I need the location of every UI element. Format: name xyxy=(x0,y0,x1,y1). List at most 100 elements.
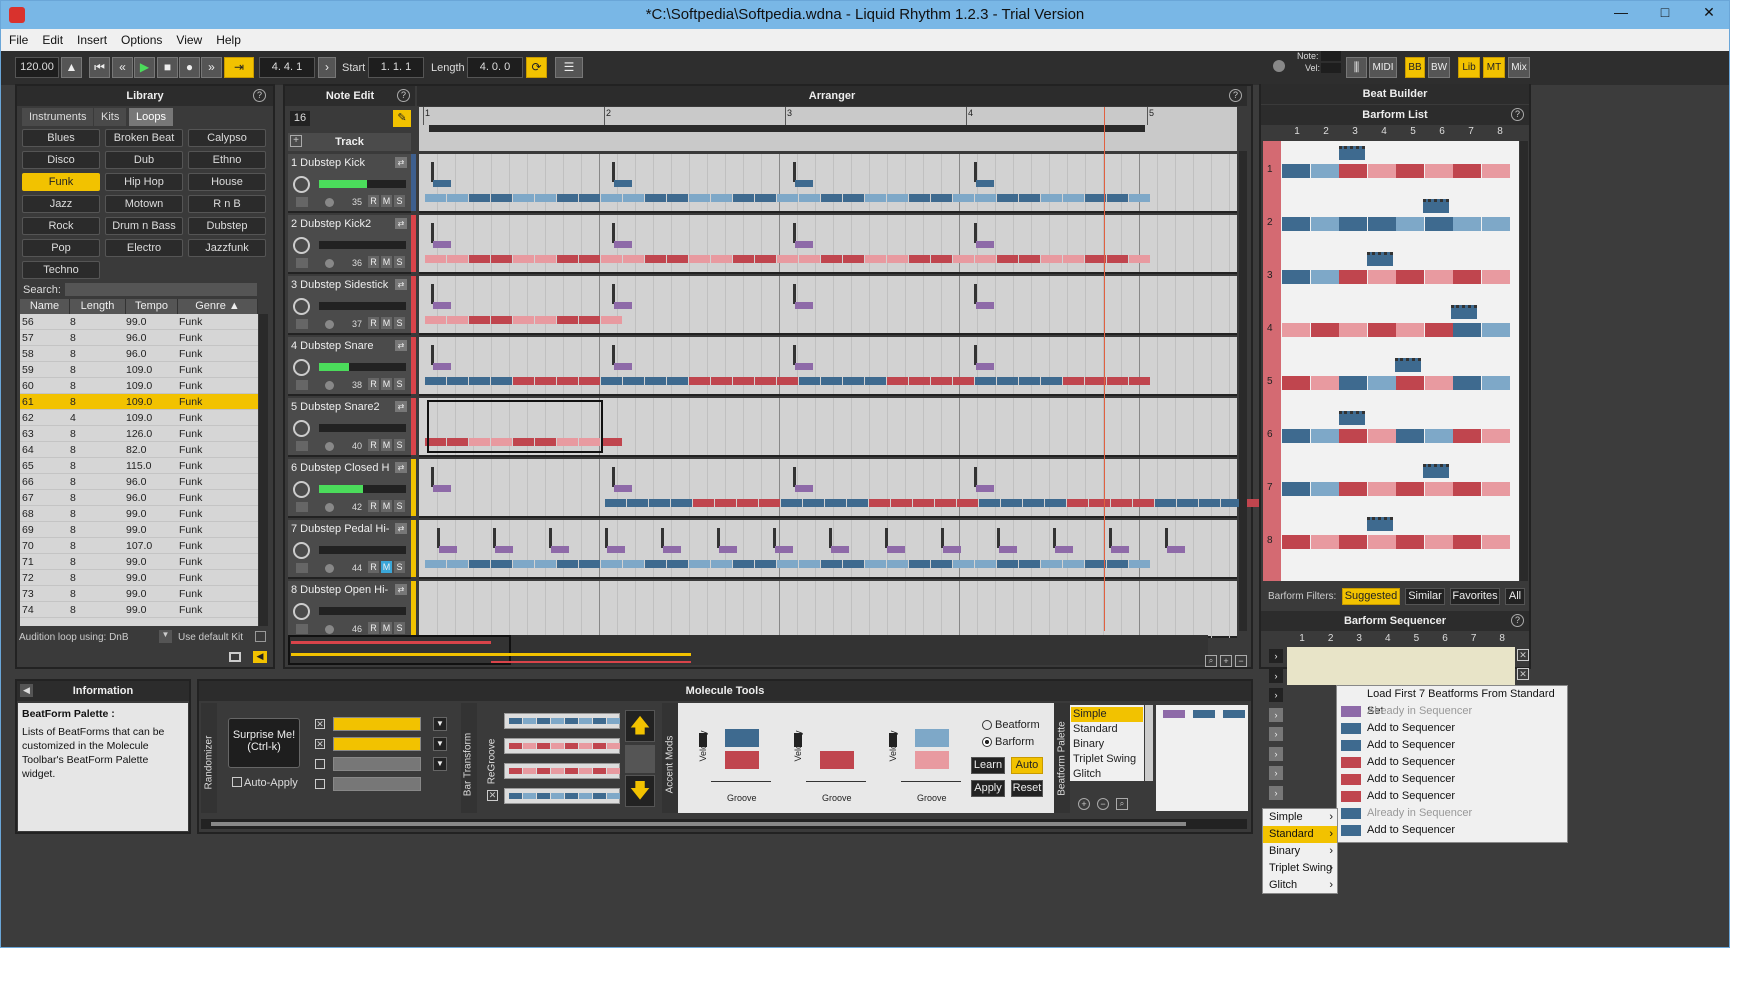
genre-dubstep[interactable]: Dubstep xyxy=(188,217,266,235)
collapse-icon[interactable]: ◀ xyxy=(20,684,33,697)
accent-bottom[interactable] xyxy=(820,751,854,769)
list-item[interactable]: 70 8 107.0 Funk xyxy=(20,538,258,554)
filter-all[interactable]: All xyxy=(1505,588,1525,605)
dropdown-icon[interactable]: ▼ xyxy=(433,757,447,771)
beatform-glyph-icon[interactable] xyxy=(1395,358,1421,372)
r-button[interactable]: R xyxy=(368,500,379,512)
track-lane[interactable] xyxy=(419,459,1330,518)
track-lane[interactable] xyxy=(419,215,1237,274)
pan-knob-icon[interactable] xyxy=(293,603,310,620)
expand-icon[interactable]: › xyxy=(1269,668,1283,683)
solo-dot-icon[interactable] xyxy=(325,381,334,390)
note-head[interactable] xyxy=(433,241,451,248)
m-button[interactable]: M xyxy=(381,256,392,268)
list-item[interactable]: 74 8 99.0 Funk xyxy=(20,602,258,618)
r-button[interactable]: R xyxy=(368,195,379,207)
s-button[interactable]: S xyxy=(394,256,405,268)
fast-forward-icon[interactable]: » xyxy=(201,57,222,78)
velocity-slider-icon[interactable] xyxy=(889,733,897,747)
scrollbar-thumb[interactable] xyxy=(211,822,1186,826)
barform-scrollbar[interactable] xyxy=(1520,141,1528,581)
solo-dot-icon[interactable] xyxy=(325,564,334,573)
note-head[interactable] xyxy=(976,485,994,492)
randomize-checkbox[interactable]: ✕ xyxy=(315,739,325,749)
minimize-button[interactable]: — xyxy=(1599,1,1643,25)
barform-radio[interactable] xyxy=(982,737,992,747)
palette-scrollbar[interactable] xyxy=(1145,705,1153,781)
rewind-icon[interactable]: « xyxy=(112,57,133,78)
clear-icon[interactable]: ✕ xyxy=(1517,668,1529,680)
overview-viewport[interactable] xyxy=(288,635,511,665)
note-head[interactable] xyxy=(1167,546,1185,553)
regroove-row[interactable] xyxy=(504,788,620,804)
barform-row[interactable] xyxy=(1282,164,1510,178)
track-header[interactable]: 4 Dubstep Snare ⇄ 38 R M S xyxy=(288,337,411,396)
note-head[interactable] xyxy=(433,302,451,309)
r-button[interactable]: R xyxy=(368,439,379,451)
volume-meter[interactable] xyxy=(319,363,406,371)
note-head[interactable] xyxy=(614,241,632,248)
randomize-checkbox[interactable] xyxy=(315,759,325,769)
filter-similar[interactable]: Similar xyxy=(1405,588,1445,605)
expand-icon[interactable]: › xyxy=(1269,746,1283,761)
track-menu-icon[interactable]: ⇄ xyxy=(395,462,407,473)
volume-meter[interactable] xyxy=(319,485,406,493)
r-button[interactable]: R xyxy=(368,622,379,634)
m-button[interactable]: M xyxy=(381,195,392,207)
add-to-sequencer-item[interactable]: Add to Sequencer xyxy=(1337,788,1567,805)
solo-dot-icon[interactable] xyxy=(325,198,334,207)
tab-kits[interactable]: Kits xyxy=(94,108,127,126)
pan-knob-icon[interactable] xyxy=(293,176,310,193)
beatform-radio[interactable] xyxy=(982,720,992,730)
randomize-amount[interactable] xyxy=(333,777,421,791)
track-menu-icon[interactable]: ⇄ xyxy=(395,218,407,229)
track-header[interactable]: 6 Dubstep Closed Hi-Hat ⇄ 42 RMS xyxy=(288,459,411,518)
volume-meter[interactable] xyxy=(319,302,406,310)
note-head[interactable] xyxy=(976,302,994,309)
learn-button[interactable]: Learn xyxy=(971,757,1005,774)
add-to-sequencer-item[interactable]: Add to Sequencer xyxy=(1337,822,1567,839)
note-head[interactable] xyxy=(831,546,849,553)
dropdown-icon[interactable]: ▼ xyxy=(433,737,447,751)
menu-insert[interactable]: Insert xyxy=(69,29,113,47)
list-item[interactable]: 56 8 99.0 Funk xyxy=(20,314,258,330)
s-button[interactable]: S xyxy=(394,622,405,634)
beatform-glyph-icon[interactable] xyxy=(1339,411,1365,425)
note-head[interactable] xyxy=(439,546,457,553)
load-first-7-item[interactable]: Load First 7 Beatforms From Standard Set xyxy=(1337,686,1567,717)
note-head[interactable] xyxy=(795,485,813,492)
record-arm-icon[interactable] xyxy=(296,197,308,207)
list-item[interactable]: 59 8 109.0 Funk xyxy=(20,362,258,378)
audition-dropdown-icon[interactable]: ▼ xyxy=(159,630,172,643)
note-head[interactable] xyxy=(795,241,813,248)
note-head[interactable] xyxy=(614,485,632,492)
mix-button[interactable]: Mix xyxy=(1508,57,1530,78)
note-head[interactable] xyxy=(607,546,625,553)
bb-button[interactable]: BB xyxy=(1405,57,1425,78)
zoom-icon[interactable]: ⌕ xyxy=(1205,655,1217,667)
genre-calypso[interactable]: Calypso xyxy=(188,129,266,147)
list-item[interactable]: 68 8 99.0 Funk xyxy=(20,506,258,522)
beatform-glyph-icon[interactable] xyxy=(1339,146,1365,160)
beatform-glyph-icon[interactable] xyxy=(1423,199,1449,213)
track-lane[interactable] xyxy=(419,276,1237,335)
help-icon[interactable]: ? xyxy=(397,89,410,102)
add-to-sequencer-item[interactable]: Add to Sequencer xyxy=(1337,754,1567,771)
record-icon[interactable]: ● xyxy=(179,57,200,78)
record-arm-icon[interactable] xyxy=(296,441,308,451)
genre-broken-beat[interactable]: Broken Beat xyxy=(105,129,183,147)
m-button[interactable]: M xyxy=(381,622,392,634)
expand-icon[interactable]: › xyxy=(1269,707,1283,722)
barform-row[interactable] xyxy=(1282,376,1510,390)
note-head[interactable] xyxy=(775,546,793,553)
help-icon[interactable]: ? xyxy=(253,89,266,102)
m-button[interactable]: M xyxy=(381,561,392,573)
selected-loop[interactable] xyxy=(427,400,603,453)
add-to-sequencer-item[interactable]: Add to Sequencer xyxy=(1337,737,1567,754)
remove-palette-icon[interactable]: − xyxy=(1097,798,1109,810)
note-head[interactable] xyxy=(976,363,994,370)
genre-rock[interactable]: Rock xyxy=(22,217,100,235)
record-arm-icon[interactable] xyxy=(296,563,308,573)
auto-apply-checkbox[interactable] xyxy=(232,777,242,787)
record-arm-icon[interactable] xyxy=(296,258,308,268)
